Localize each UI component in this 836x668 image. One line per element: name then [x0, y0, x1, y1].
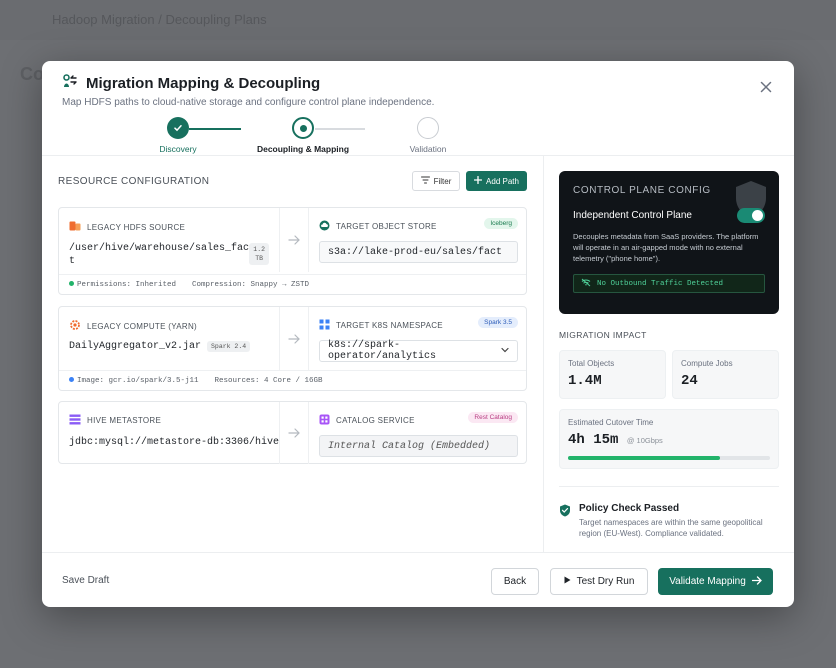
pending-step-icon — [417, 117, 439, 139]
modal-header: Migration Mapping & Decoupling Map HDFS … — [62, 73, 434, 108]
cutover-time-stat: Estimated Cutover Time 4h 15m @ 10Gbps — [559, 409, 779, 469]
back-button[interactable]: Back — [491, 568, 539, 595]
resources-info: Resources: 4 Core / 16GB — [214, 376, 323, 385]
add-path-label: Add Path — [486, 176, 519, 186]
target-column: TARGET OBJECT STORE Iceberg s3a://lake-p… — [309, 208, 528, 272]
target-object-store-input[interactable]: s3a://lake-prod-eu/sales/fact — [319, 241, 518, 263]
step-label: Validation — [409, 144, 447, 154]
policy-title: Policy Check Passed — [579, 503, 680, 514]
modal-subtitle: Map HDFS paths to cloud-native storage a… — [62, 97, 435, 108]
modal-footer: Save Draft Back Test Dry Run Validate Ma… — [42, 552, 794, 607]
catalog-type-badge: Rest Catalog — [468, 412, 518, 423]
target-namespace-select[interactable]: k8s://spark-operator/analytics — [319, 340, 518, 362]
app-header-bar: Hadoop Migration / Decoupling Plans — [0, 0, 836, 40]
target-label: TARGET OBJECT STORE — [336, 222, 437, 231]
stepper: Discovery Decoupling & Mapping Validatio… — [42, 117, 794, 155]
source-column: HIVE METASTORE jdbc:mysql://metastore-db… — [59, 402, 279, 464]
modal-title: Migration Mapping & Decoupling — [86, 74, 321, 92]
permissions-info: Permissions: Inherited — [69, 280, 176, 289]
card-footer: Image: gcr.io/spark/3.5-j11 Resources: 4… — [59, 370, 526, 390]
version-badge: Spark 3.5 — [478, 317, 518, 328]
policy-description: Target namespaces are within the same ge… — [579, 518, 763, 538]
add-path-button[interactable]: Add Path — [466, 171, 527, 191]
migration-modal: Migration Mapping & Decoupling Map HDFS … — [42, 61, 794, 607]
filter-icon — [420, 176, 430, 186]
hdfs-source-path[interactable]: /user/hive/warehouse/sales_fac t — [69, 242, 249, 268]
status-dot — [69, 280, 74, 286]
validate-mapping-button[interactable]: Validate Mapping — [658, 568, 773, 595]
yarn-job-name[interactable]: DailyAggregator_v2.jar — [69, 341, 201, 352]
control-plane-card: CONTROL PLANE CONFIG Independent Control… — [559, 171, 779, 314]
control-plane-description: Decouples metadata from SaaS providers. … — [573, 232, 759, 263]
side-panel: CONTROL PLANE CONFIG Independent Control… — [543, 156, 794, 552]
step-label: Decoupling & Mapping — [256, 144, 350, 154]
source-column: LEGACY HDFS SOURCE /user/hive/warehouse/… — [59, 208, 279, 272]
play-icon — [564, 576, 571, 587]
target-label: CATALOG SERVICE — [336, 416, 415, 425]
source-label: LEGACY COMPUTE (YARN) — [87, 321, 198, 331]
step-validation[interactable]: Validation — [373, 117, 483, 154]
gear-icon — [69, 319, 81, 333]
metastore-jdbc-url[interactable]: jdbc:mysql://metastore-db:3306/hive — [69, 436, 279, 449]
grid-icon — [319, 319, 330, 332]
plus-icon — [473, 175, 483, 186]
check-icon — [167, 117, 189, 139]
source-label: HIVE METASTORE — [87, 416, 162, 425]
arrow-right-icon — [279, 307, 309, 371]
step-label: Discovery — [159, 144, 197, 154]
target-label: TARGET K8S NAMESPACE — [336, 321, 443, 330]
image-info: Image: gcr.io/spark/3.5-j11 — [69, 376, 199, 385]
cutover-value: 4h 15m — [568, 432, 619, 448]
source-label: LEGACY HDFS SOURCE — [87, 222, 186, 232]
filter-label: Filter — [433, 176, 452, 186]
catalog-service-input[interactable]: Internal Catalog (Embedded) — [319, 435, 518, 457]
hdfs-icon — [69, 220, 81, 234]
shield-check-icon — [559, 504, 571, 539]
close-icon[interactable] — [758, 79, 774, 95]
arrow-right-icon — [279, 208, 309, 272]
mapping-card-compute: LEGACY COMPUTE (YARN) DailyAggregator_v2… — [58, 306, 527, 391]
migration-map-icon — [62, 73, 78, 93]
step-discovery[interactable]: Discovery — [123, 117, 233, 154]
target-column: CATALOG SERVICE Rest Catalog Internal Ca… — [309, 402, 528, 464]
status-dot — [69, 376, 74, 382]
card-footer: Permissions: Inherited Compression: Snap… — [59, 274, 526, 294]
version-pill: Spark 2.4 — [207, 341, 251, 352]
total-objects-stat: Total Objects 1.4M — [559, 350, 666, 399]
section-heading: RESOURCE CONFIGURATION — [58, 176, 210, 187]
arrow-right-icon — [279, 402, 309, 464]
mapping-card-hdfs: LEGACY HDFS SOURCE /user/hive/warehouse/… — [58, 207, 527, 295]
catalog-icon — [319, 414, 330, 427]
format-badge: Iceberg — [484, 218, 518, 229]
cutover-progress-bar — [568, 456, 770, 460]
compression-info: Compression: Snappy → ZSTD — [192, 280, 310, 289]
save-draft-button[interactable]: Save Draft — [62, 575, 109, 586]
progress-fill — [568, 456, 720, 460]
independent-control-plane-toggle[interactable] — [737, 208, 765, 223]
filter-button[interactable]: Filter — [412, 171, 460, 191]
list-icon — [69, 414, 81, 427]
resource-configuration-panel: RESOURCE CONFIGURATION Filter Add Path L… — [42, 156, 543, 552]
test-dry-run-button[interactable]: Test Dry Run — [550, 568, 648, 595]
wifi-off-icon — [581, 278, 591, 290]
cutover-rate: @ 10Gbps — [626, 436, 663, 445]
app-title: Hadoop Migration / Decoupling Plans — [52, 12, 267, 27]
independent-control-plane-label: Independent Control Plane — [573, 210, 692, 221]
target-column: TARGET K8S NAMESPACE Spark 3.5 k8s://spa… — [309, 307, 528, 371]
policy-check: Policy Check Passed Target namespaces ar… — [559, 486, 779, 539]
size-pill: 1.2 TB — [249, 243, 269, 265]
migration-impact-title: MIGRATION IMPACT — [559, 330, 647, 340]
chevron-down-icon — [501, 346, 509, 357]
active-step-icon — [292, 117, 314, 139]
cloud-storage-icon — [319, 220, 330, 233]
page-title-behind: Co — [20, 64, 44, 84]
source-column: LEGACY COMPUTE (YARN) DailyAggregator_v2… — [59, 307, 279, 371]
no-outbound-status: No Outbound Traffic Detected — [573, 274, 765, 293]
arrow-right-icon — [751, 575, 762, 588]
compute-jobs-stat: Compute Jobs 24 — [672, 350, 779, 399]
step-decoupling-mapping[interactable]: Decoupling & Mapping — [248, 117, 358, 154]
mapping-card-metastore: HIVE METASTORE jdbc:mysql://metastore-db… — [58, 401, 527, 464]
